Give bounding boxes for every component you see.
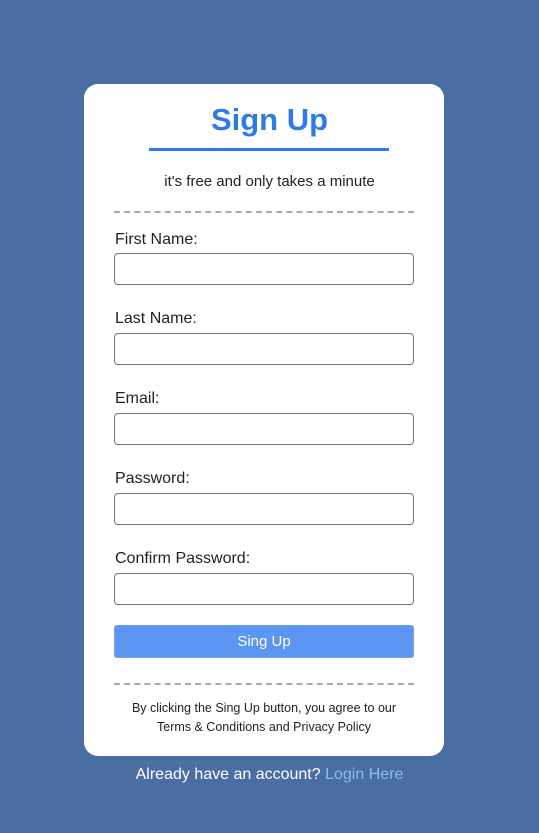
login-link[interactable]: Login Here: [325, 766, 403, 783]
first-name-field[interactable]: [114, 253, 414, 285]
password-label: Password:: [115, 470, 190, 487]
terms-text: By clicking the Sing Up button, you agre…: [131, 701, 397, 734]
password-field[interactable]: [114, 493, 414, 525]
email-field[interactable]: [114, 413, 414, 445]
last-name-field[interactable]: [114, 333, 414, 365]
subtitle: it's free and only takes a minute: [164, 173, 375, 190]
signup-button[interactable]: Sing Up: [114, 625, 414, 658]
last-name-label: Last Name:: [115, 310, 197, 327]
divider-top: [114, 211, 414, 213]
login-prompt: Already have an account? Login Here: [0, 765, 539, 785]
confirm-password-label: Confirm Password:: [115, 550, 251, 567]
page-title: Sign Up: [210, 102, 329, 137]
login-prompt-text: Already have an account?: [135, 766, 321, 783]
confirm-password-field[interactable]: [114, 573, 414, 605]
title-underline: [149, 148, 389, 151]
divider-bottom: [114, 683, 414, 685]
first-name-label: First Name:: [115, 231, 198, 248]
email-label: Email:: [115, 390, 160, 407]
